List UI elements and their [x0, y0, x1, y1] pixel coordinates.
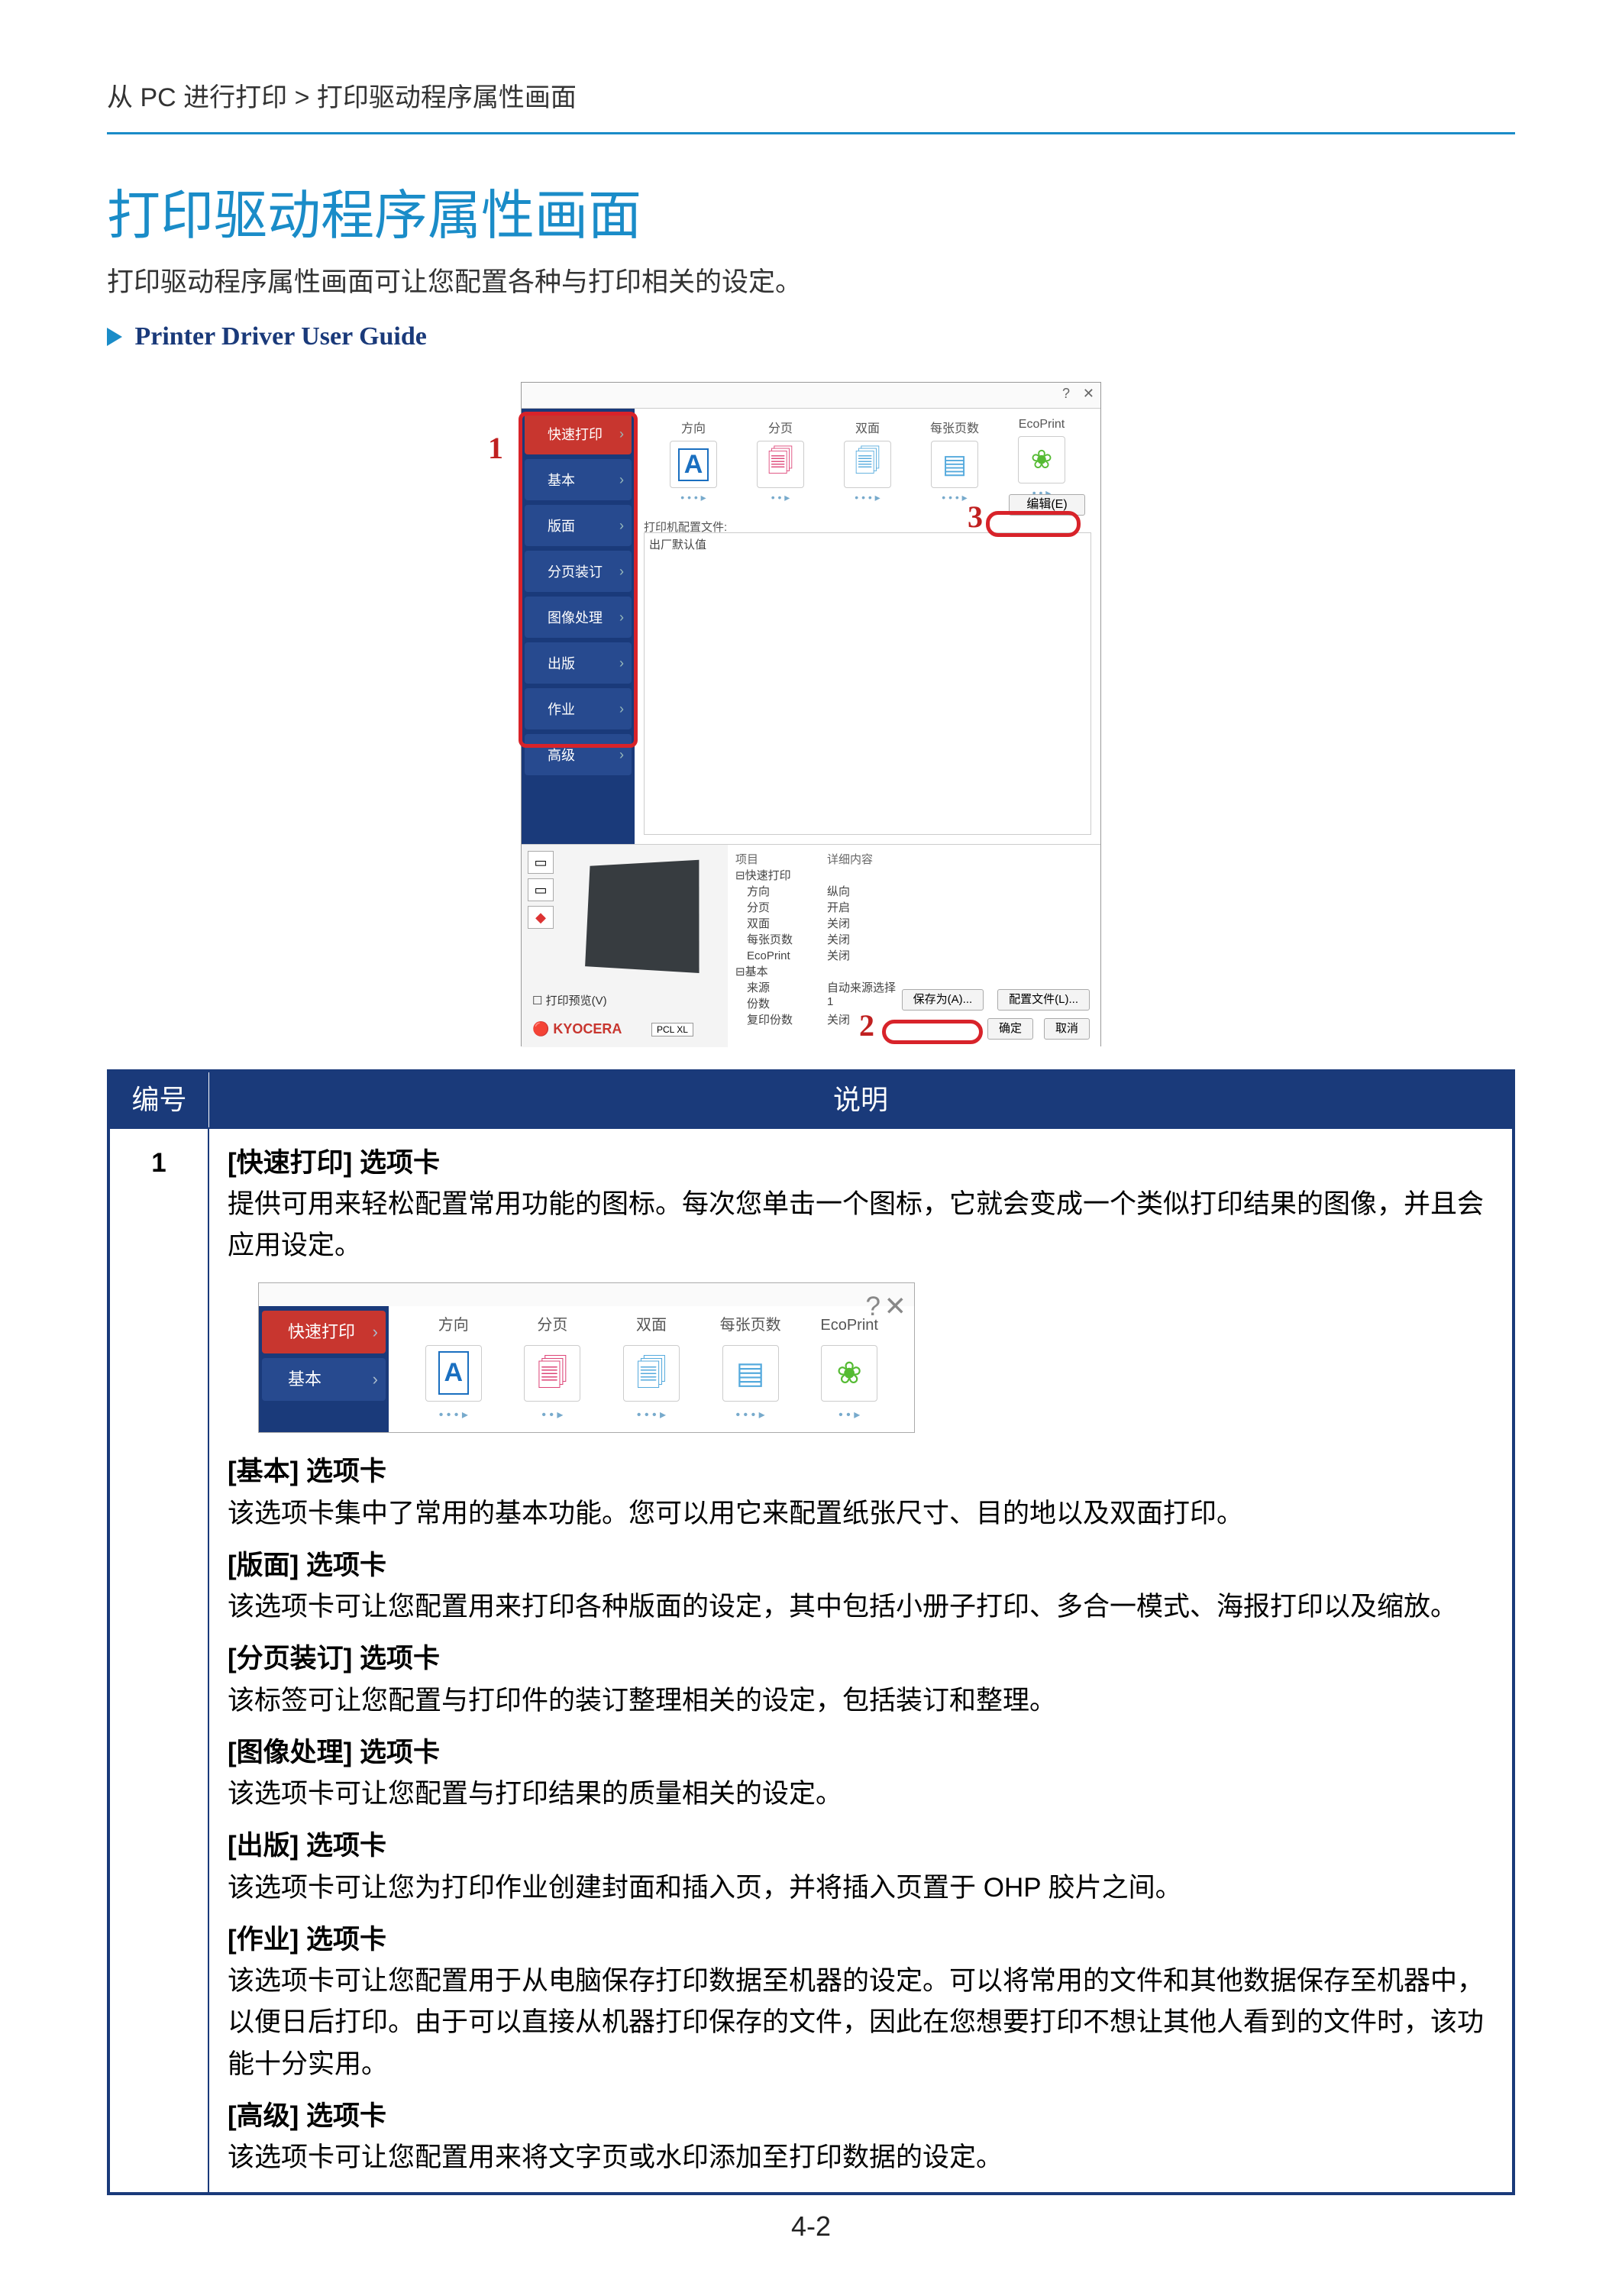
driver-screenshot: ? ✕ 快速打印› 基本› 版面› 分页装订› 图像处理› 出版› 作业› 高级… [521, 382, 1101, 1046]
sidebar-item-publishing[interactable]: 出版› [525, 642, 632, 684]
chevron-right-icon: › [619, 472, 624, 488]
callout-1: 1 [488, 430, 503, 466]
breadcrumb: 从 PC 进行打印 > 打印驱动程序属性画面 [107, 76, 1515, 114]
tab-quickprint-body: 提供可用来轻松配置常用功能的图标。每次您单击一个图标，它就会变成一个类似打印结果… [228, 1184, 1494, 1267]
tab-advanced-title: [高级] 选项卡 [228, 2101, 386, 2131]
tab-layout-body: 该选项卡可让您配置用来打印各种版面的设定，其中包括小册子打印、多合一模式、海报打… [228, 1586, 1494, 1628]
icon-ecoprint[interactable]: EcoPrint❀• • ▸ [807, 1314, 891, 1425]
icon-orientation[interactable]: 方向A• • • ▸ [412, 1314, 496, 1425]
ok-button[interactable]: 确定 [987, 1018, 1033, 1040]
tab-job-title: [作业] 选项卡 [228, 1925, 386, 1955]
sidebar-item-quickprint[interactable]: 快速打印› [525, 413, 632, 454]
arrow-right-icon [107, 328, 122, 346]
printer-image [585, 860, 699, 973]
row-desc: [快速打印] 选项卡 提供可用来轻松配置常用功能的图标。每次您单击一个图标，它就… [209, 1127, 1512, 2193]
tab-publishing-title: [出版] 选项卡 [228, 1831, 386, 1861]
sidebar-item-job[interactable]: 作业› [525, 688, 632, 729]
preview-page2-icon[interactable]: ▭ [528, 878, 554, 901]
brand-logo: 🔴 KYOCERA [532, 1021, 622, 1037]
sidebar-item-layout[interactable]: 版面› [525, 505, 632, 546]
icon-duplex[interactable]: 双面🗐• • • ▸ [609, 1314, 693, 1425]
sidebar: 快速打印› 基本› 版面› 分页装订› 图像处理› 出版› 作业› 高级› [522, 409, 635, 844]
sidebar-item-finishing[interactable]: 分页装订› [525, 551, 632, 592]
tab-advanced-body: 该选项卡可让您配置用来将文字页或水印添加至打印数据的设定。 [228, 2137, 1494, 2178]
guide-link-row: Printer Driver User Guide [107, 322, 1515, 351]
sidebar-item-advanced[interactable]: 高级› [525, 734, 632, 775]
sidebar-item-quickprint[interactable]: 快速打印› [262, 1311, 386, 1353]
preview-color-icon[interactable]: ◆ [528, 906, 554, 929]
brand-row: 🔴 KYOCERA 确定 取消 [522, 1015, 1100, 1043]
page-title: 打印驱动程序属性画面 [107, 173, 1515, 250]
sidebar-item-basic[interactable]: 基本› [262, 1358, 386, 1401]
close-icon[interactable]: ✕ [884, 1286, 906, 1327]
cancel-button[interactable]: 取消 [1044, 1018, 1090, 1040]
divider [107, 132, 1515, 134]
sidebar-item-imaging[interactable]: 图像处理› [525, 597, 632, 638]
tab-publishing-body: 该选项卡可让您为打印作业创建封面和插入页，并将插入页置于 OHP 胶片之间。 [228, 1868, 1494, 1909]
sidebar-item-basic[interactable]: 基本› [525, 459, 632, 500]
icon-pagespersheet[interactable]: 每张页数▤• • • ▸ [709, 1314, 793, 1425]
icon-collate[interactable]: 分页🗐• • ▸ [751, 418, 810, 504]
tab-basic-title: [基本] 选项卡 [228, 1457, 386, 1486]
th-desc: 说明 [209, 1072, 1512, 1127]
icon-collate[interactable]: 分页🗐• • ▸ [510, 1314, 594, 1425]
preview-checkbox[interactable]: ☐ 打印预览(V) [532, 992, 607, 1008]
page-number: 4-2 [0, 2210, 1622, 2243]
icon-orientation[interactable]: 方向A• • • ▸ [664, 418, 723, 504]
tab-basic-body: 该选项卡集中了常用的基本功能。您可以用它来配置纸张尺寸、目的地以及双面打印。 [228, 1493, 1494, 1534]
chevron-right-icon: › [619, 518, 624, 534]
window-titlebar: ? ✕ [522, 383, 1100, 409]
chevron-right-icon: › [619, 610, 624, 626]
chevron-right-icon: › [619, 747, 624, 763]
icon-duplex[interactable]: 双面🗐• • • ▸ [838, 418, 897, 504]
tab-layout-title: [版面] 选项卡 [228, 1551, 386, 1580]
quickprint-inset-screenshot: ?✕ 快速打印› 基本› 方向A• • • ▸ 分页🗐• • ▸ 双面🗐• • … [258, 1282, 915, 1434]
save-as-button[interactable]: 保存为(A)... [902, 989, 984, 1011]
row-number: 1 [110, 1127, 209, 2193]
chevron-right-icon: › [619, 426, 624, 442]
tab-job-body: 该选项卡可让您配置用于从电脑保存打印数据至机器的设定。可以将常用的文件和其他数据… [228, 1961, 1494, 2085]
edit-button[interactable]: 编辑(E) [1009, 494, 1085, 516]
config-area[interactable]: 出厂默认值 [644, 532, 1091, 835]
quick-icon-row: 方向A• • • ▸ 分页🗐• • ▸ 双面🗐• • • ▸ 每张页数▤• • … [650, 418, 1085, 504]
callout-3: 3 [968, 499, 983, 535]
profiles-button[interactable]: 配置文件(L)... [997, 989, 1090, 1011]
chevron-right-icon: › [619, 564, 624, 580]
tab-finishing-title: [分页装订] 选项卡 [228, 1644, 440, 1673]
close-icon[interactable]: ✕ [1083, 386, 1094, 402]
help-icon[interactable]: ? [1062, 386, 1070, 402]
callout-2: 2 [859, 1007, 874, 1043]
tab-finishing-body: 该标签可让您配置与打印件的装订整理相关的设定，包括装订和整理。 [228, 1680, 1494, 1722]
icon-pagespersheet[interactable]: 每张页数▤• • • ▸ [925, 418, 984, 504]
guide-link[interactable]: Printer Driver User Guide [134, 322, 426, 351]
tab-imaging-title: [图像处理] 选项卡 [228, 1738, 440, 1767]
preview-page-icon[interactable]: ▭ [528, 851, 554, 874]
subtitle: 打印驱动程序属性画面可让您配置各种与打印相关的设定。 [107, 260, 1515, 299]
th-number: 编号 [110, 1072, 209, 1127]
button-row: ☐ 打印预览(V) 保存为(A)... 配置文件(L)... [522, 986, 1100, 1014]
help-icon[interactable]: ? [866, 1286, 880, 1327]
chevron-right-icon: › [619, 655, 624, 671]
description-table: 编号 说明 1 [快速打印] 选项卡 提供可用来轻松配置常用功能的图标。每次您单… [107, 1069, 1515, 2195]
tab-quickprint-title: [快速打印] 选项卡 [228, 1148, 440, 1178]
icon-ecoprint[interactable]: EcoPrint❀• • ▸ [1012, 418, 1071, 504]
chevron-right-icon: › [619, 701, 624, 717]
screenshot-container: ? ✕ 快速打印› 基本› 版面› 分页装订› 图像处理› 出版› 作业› 高级… [107, 382, 1515, 1046]
tab-imaging-body: 该选项卡可让您配置与打印结果的质量相关的设定。 [228, 1774, 1494, 1815]
main-pane: 方向A• • • ▸ 分页🗐• • ▸ 双面🗐• • • ▸ 每张页数▤• • … [635, 409, 1100, 844]
